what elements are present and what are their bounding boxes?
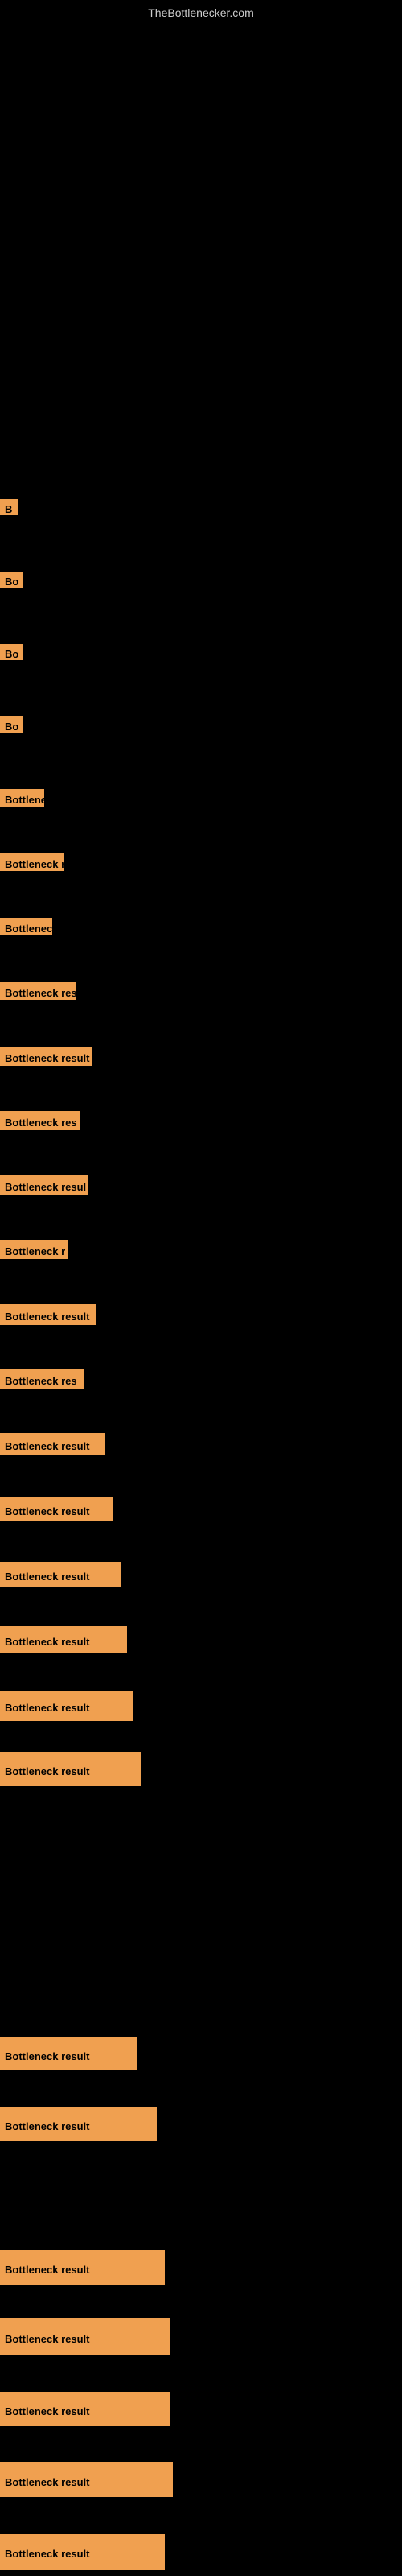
bottleneck-early-label: Bo	[0, 716, 23, 733]
bottleneck-early-label: Bottlene	[0, 789, 44, 807]
bottleneck-result-label: Bottleneck result	[0, 2107, 157, 2141]
bottleneck-early-label: Bottleneck result	[0, 1690, 133, 1721]
bottleneck-early-label: Bottleneck result	[0, 1046, 92, 1066]
bottleneck-early-label: Bo	[0, 572, 23, 588]
bottleneck-early-label: Bottleneck resul	[0, 1175, 88, 1195]
bottleneck-early-label: B	[0, 499, 18, 515]
bottleneck-early-label: Bottleneck result	[0, 1562, 121, 1587]
bottleneck-early-label: Bottleneck res	[0, 1368, 84, 1389]
bottleneck-early-label: Bottlenec	[0, 918, 52, 935]
bottleneck-result-label: Bottleneck result	[0, 2318, 170, 2355]
bottleneck-early-label: Bottleneck result	[0, 1497, 113, 1521]
bottleneck-early-label: Bottleneck res	[0, 1111, 80, 1130]
bottleneck-early-label: Bottleneck result	[0, 1433, 105, 1455]
bottleneck-result-label: Bottleneck result	[0, 2534, 165, 2570]
bottleneck-early-label: Bottleneck r	[0, 1240, 68, 1259]
bottleneck-result-label: Bottleneck result	[0, 2462, 173, 2497]
bottleneck-early-label: Bottleneck result	[0, 1304, 96, 1325]
bottleneck-result-label: Bottleneck result	[0, 2250, 165, 2285]
bottleneck-early-label: Bottleneck r	[0, 853, 64, 871]
bottleneck-early-label: Bo	[0, 644, 23, 660]
bottleneck-early-label: Bottleneck result	[0, 1626, 127, 1653]
site-title: TheBottlenecker.com	[0, 0, 402, 23]
bottleneck-result-label: Bottleneck result	[0, 2037, 137, 2070]
bottleneck-result-label: Bottleneck result	[0, 2392, 170, 2426]
bottleneck-result-label: Bottleneck result	[0, 1752, 141, 1786]
bottleneck-early-label: Bottleneck res	[0, 982, 76, 1000]
